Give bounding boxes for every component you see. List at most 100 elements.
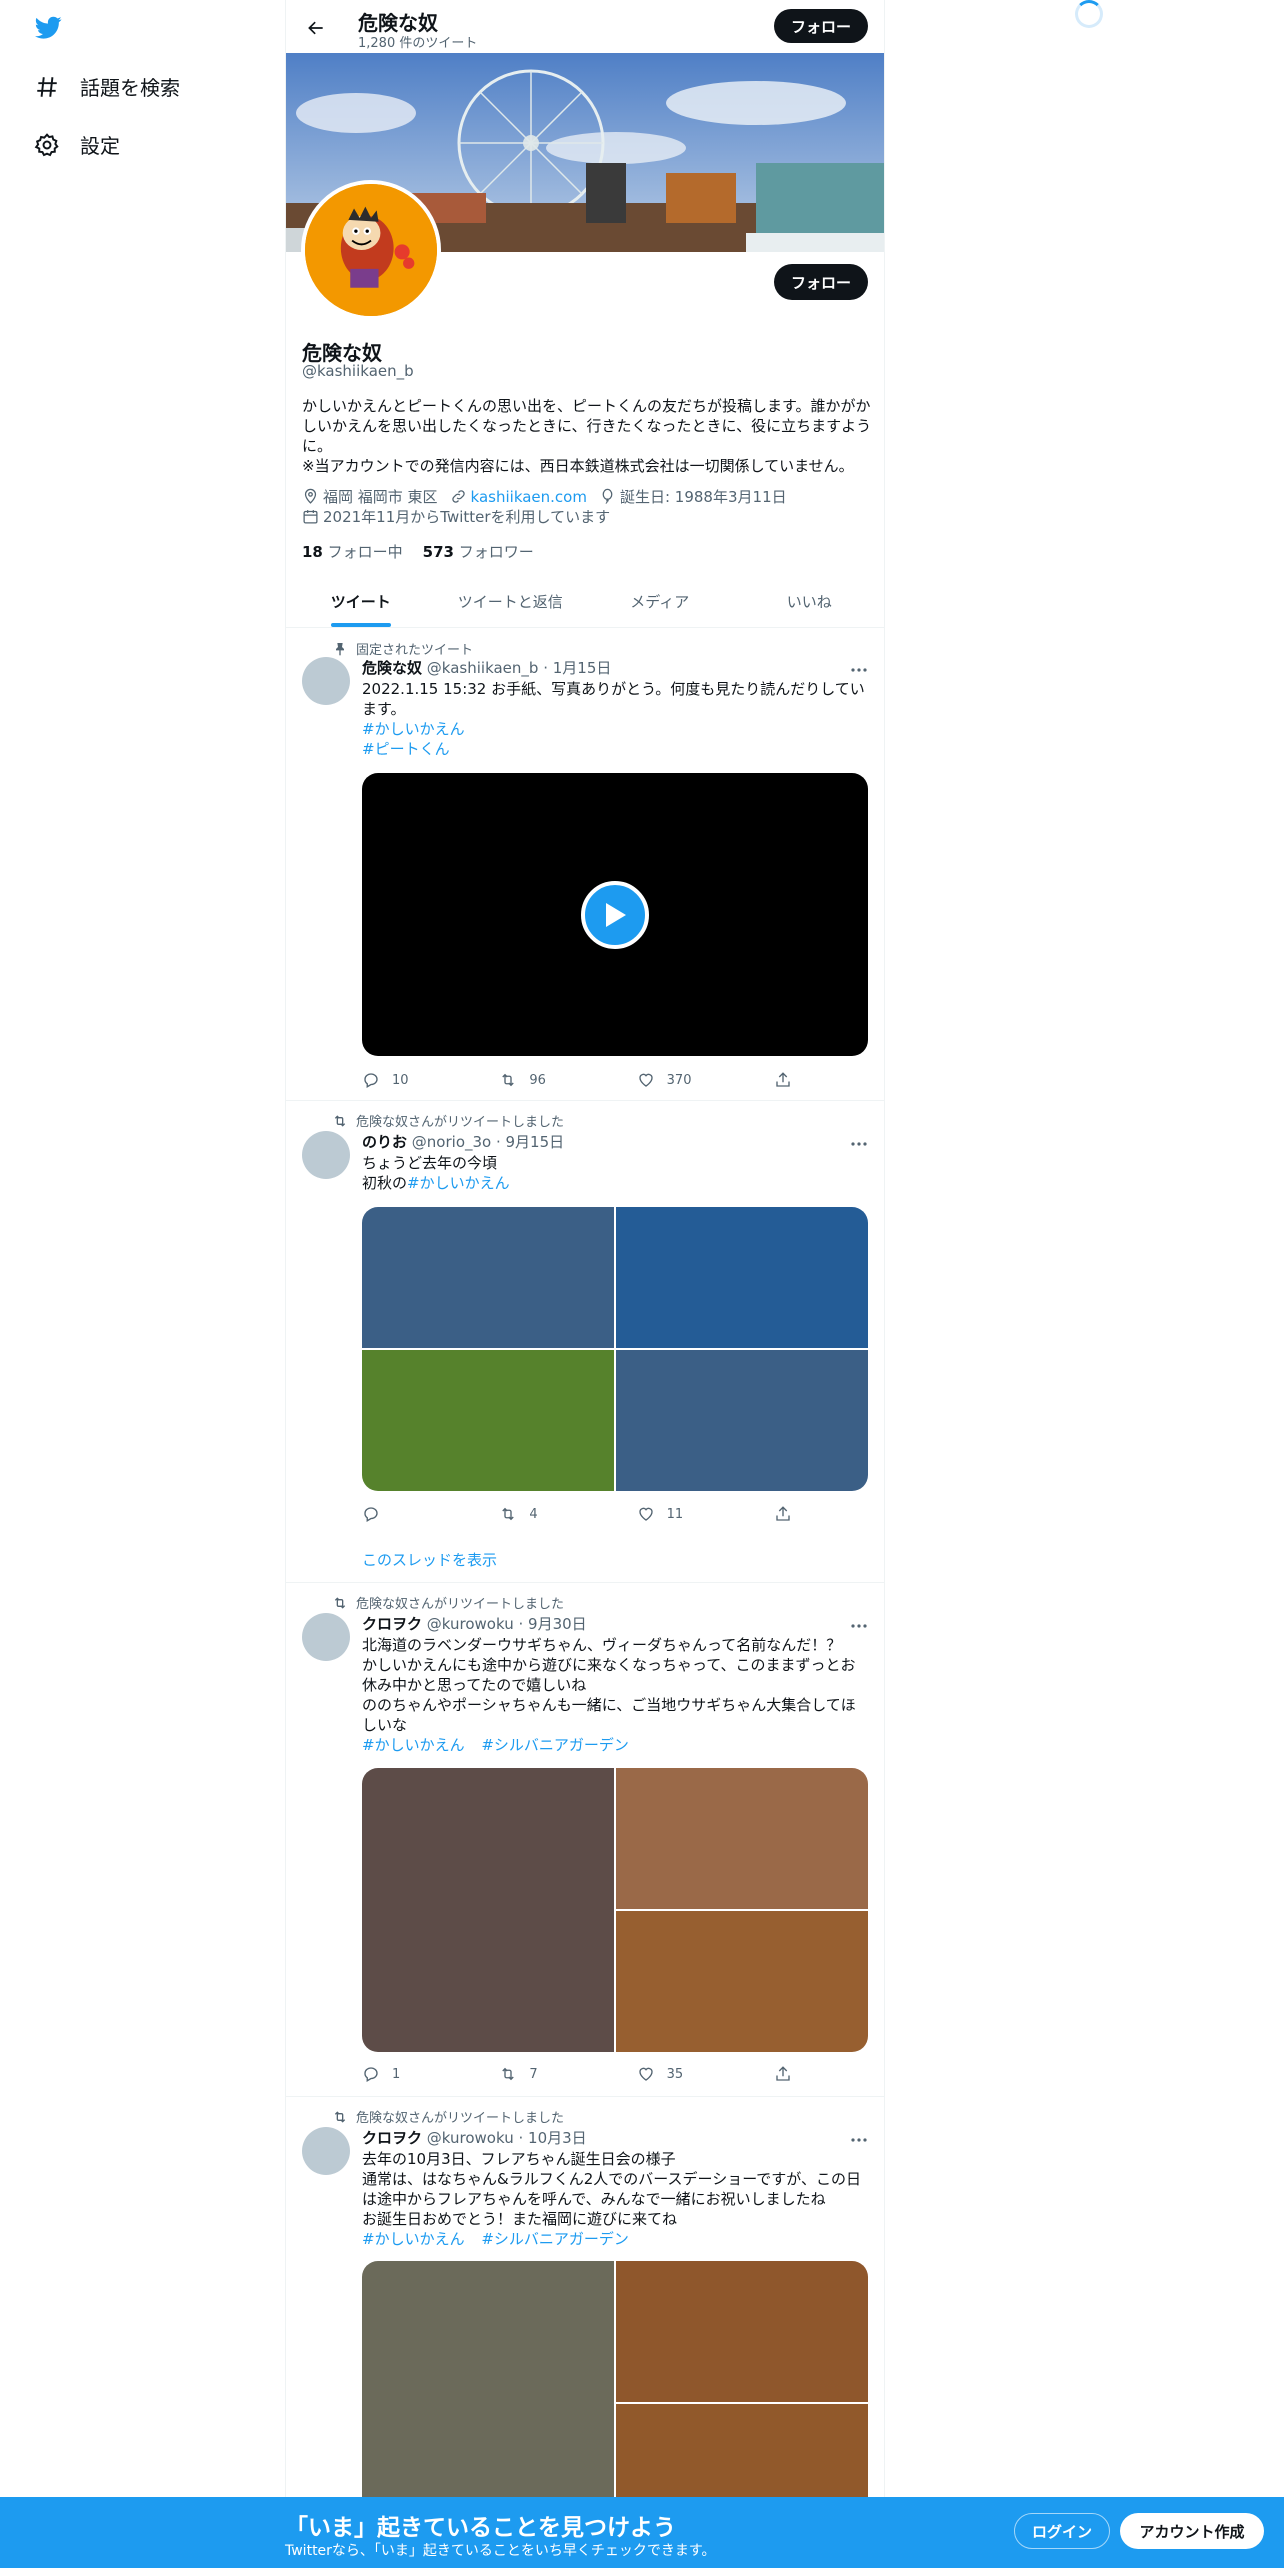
tweet-author-name[interactable]: クロヲク [362,2129,422,2147]
link-icon [451,490,465,503]
tab-likes[interactable]: いいね [735,575,885,627]
hashtag-link[interactable]: #シルバニアガーデン [481,1736,629,1754]
signup-button[interactable]: アカウント作成 [1120,2513,1264,2549]
tweet-header: のりお @norio_3o · 9月15日 [362,1131,564,1152]
twitter-logo-icon[interactable] [32,14,64,42]
photo-thumbnail[interactable] [616,2261,868,2402]
photo-thumbnail[interactable] [616,1207,868,1348]
hashtag-link[interactable]: #かしいかえん [362,720,465,738]
tweet-hashtags: #かしいかえん #シルバニアガーデン [362,2229,868,2249]
following-link[interactable]: 18 フォロー中 [302,541,403,562]
profile-follow-stats: 18 フォロー中 573 フォロワー [302,541,534,562]
reply-button[interactable] [362,1505,482,1523]
retweet-button[interactable]: 96 [499,1071,619,1089]
more-options-icon[interactable] [848,2129,870,2151]
tweet-retweeted[interactable]: 危険な奴さんがリツイートしました のりお @norio_3o · 9月15日 ち… [286,1101,884,1583]
profile-follow-button[interactable]: フォロー [774,264,868,300]
hashtag-link[interactable]: #かしいかえん [362,2230,465,2248]
followers-count: 573 [422,543,454,561]
photo-thumbnail[interactable] [616,1911,868,2052]
like-button[interactable]: 370 [637,1071,757,1089]
back-button[interactable] [300,12,332,44]
login-button[interactable]: ログイン [1014,2513,1110,2549]
tweet-retweeted[interactable]: 危険な奴さんがリツイートしました クロヲク @kurowoku · 9月30日 … [286,1583,884,2097]
more-options-icon[interactable] [848,1133,870,1155]
gear-icon [34,132,59,156]
photo-thumbnail[interactable] [616,1768,868,1909]
reply-icon [364,1507,378,1522]
retweet-count: 7 [529,2066,538,2082]
heart-icon [638,1073,653,1087]
like-count: 35 [666,2066,684,2082]
share-button[interactable] [774,1071,792,1089]
share-button[interactable] [774,1505,792,1523]
play-icon [606,903,626,927]
nav-explore[interactable]: 話題を検索 [34,72,180,101]
nav-settings[interactable]: 設定 [34,130,120,159]
like-button[interactable]: 35 [637,2065,757,2083]
tweet-header: クロヲク @kurowoku · 9月30日 [362,1613,587,1634]
avatar[interactable] [302,1613,350,1661]
reply-count: 10 [392,1072,409,1088]
profile-website[interactable]: kashiikaen.com [450,488,587,506]
tweet-author-name[interactable]: のりお [362,1133,407,1151]
profile-joined-row: 2021年11月からTwitterを利用しています [302,506,610,527]
pete-mascot-avatar-image [305,184,437,316]
tweet-pinned[interactable]: 固定されたツイート 危険な奴 @kashiikaen_b · 1月15日 202… [286,629,884,1101]
retweet-button[interactable]: 7 [499,2065,619,2083]
nav-settings-label: 設定 [80,134,120,158]
photo-thumbnail[interactable] [362,1768,614,2052]
play-button[interactable] [581,881,649,949]
avatar[interactable] [302,2127,350,2175]
hashtag-icon [37,76,57,97]
balloon-icon [602,488,613,504]
reply-button[interactable]: 1 [362,2065,482,2083]
hashtag-link[interactable]: #ピートくん [362,740,450,758]
hashtag-link[interactable]: #シルバニアガーデン [481,2230,629,2248]
retweet-icon [334,1114,346,1127]
profile-birthday: 誕生日: 1988年3月11日 [599,486,787,507]
like-button[interactable]: 11 [637,1505,757,1523]
profile-website-link[interactable]: kashiikaen.com [471,488,587,506]
photo-thumbnail[interactable] [616,1350,868,1491]
profile-handle: @kashiikaen_b [302,362,414,380]
retweet-button[interactable]: 4 [499,1505,619,1523]
hashtag-link[interactable]: #かしいかえん [407,1174,510,1192]
photo-thumbnail[interactable] [362,1207,614,1348]
photo-thumbnail[interactable] [362,1350,614,1491]
tweet-text: 去年の10月3日、フレアちゃん誕生日会の様子 通常は、はなちゃん&ラルフくん2人… [362,2150,861,2228]
video-player[interactable] [362,773,868,1056]
avatar[interactable] [302,1131,350,1179]
tweet-author-name[interactable]: クロヲク [362,1615,422,1633]
signup-prompt-bar: 「いま」起きていることを見つけよう Twitterなら、「いま」起きていることを… [0,2497,1284,2568]
share-icon [776,1072,790,1087]
more-options-icon[interactable] [848,1615,870,1637]
heart-icon [638,2067,653,2081]
followers-link[interactable]: 573 フォロワー [423,541,534,562]
profile-birthday-text: 誕生日: 1988年3月11日 [619,488,787,506]
nav-explore-label: 話題を検索 [80,76,180,100]
following-label: フォロー中 [327,543,403,561]
tweet-author-meta: @kashiikaen_b · 1月15日 [426,659,612,677]
share-button[interactable] [774,2065,792,2083]
tweet-author-name[interactable]: 危険な奴 [362,659,422,677]
photo-grid [362,1768,868,2052]
avatar[interactable] [302,657,350,705]
arrow-left-icon [308,21,323,35]
profile-avatar[interactable] [301,180,441,320]
tab-tweets-and-replies[interactable]: ツイートと返信 [436,575,586,627]
retweet-icon [502,2067,515,2081]
reply-button[interactable]: 10 [362,1071,482,1089]
tab-tweets[interactable]: ツイート [286,575,436,627]
show-thread-link[interactable]: このスレッドを表示 [362,1549,497,1570]
profile-header-bar: 危険な奴 1,280 件のツイート フォロー [286,0,884,53]
tab-media[interactable]: メディア [585,575,735,627]
tweet-retweeted[interactable]: 危険な奴さんがリツイートしました クロヲク @kurowoku · 10月3日 … [286,2097,884,2545]
header-follow-button[interactable]: フォロー [774,9,868,43]
tweet-text: 2022.1.15 15:32 お手紙、写真ありがとう。何度も見たり読んだりして… [362,680,865,718]
more-options-icon[interactable] [848,659,870,681]
retweet-count: 4 [529,1506,538,1522]
hashtag-link[interactable]: #かしいかえん [362,1736,465,1754]
retweet-label: 危険な奴さんがリツイートしました [332,1593,564,1612]
pinned-label-text: 固定されたツイート [356,643,474,658]
